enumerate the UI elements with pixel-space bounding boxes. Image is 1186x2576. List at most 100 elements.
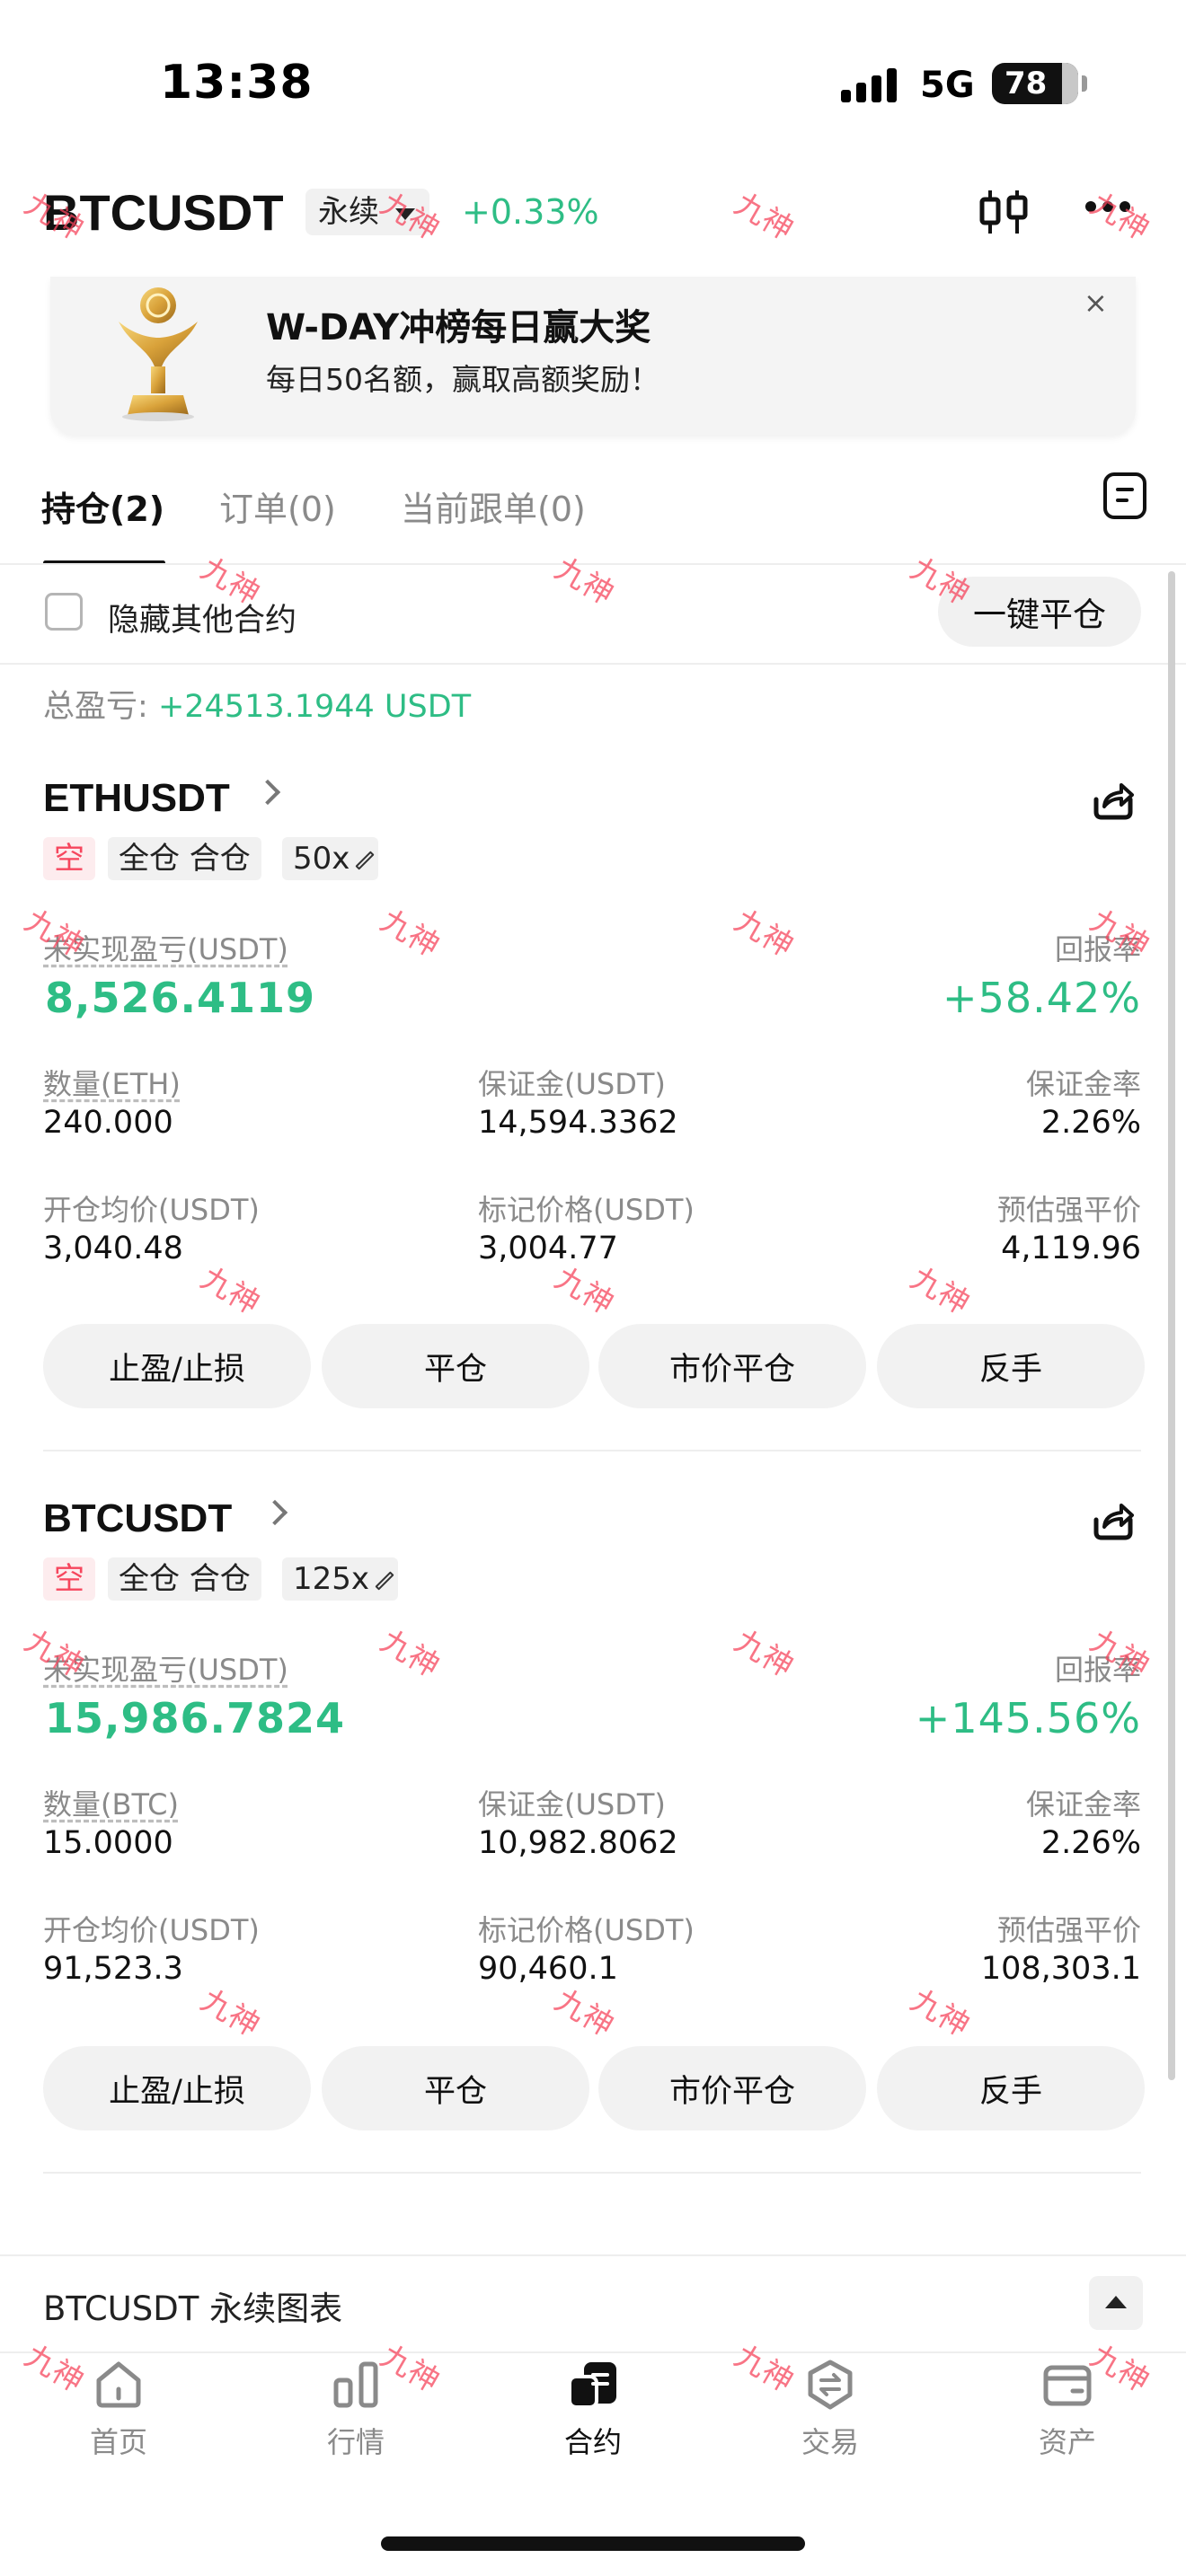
home-indicator[interactable] [381, 2536, 805, 2551]
side-badge: 空 [43, 837, 95, 880]
liq-price-label: 预估强平价 [996, 1913, 1141, 1947]
chevron-right-icon[interactable] [254, 779, 281, 806]
caret-down-icon [395, 208, 415, 220]
status-time: 13:38 [160, 56, 314, 110]
close-position-button[interactable]: 平仓 [322, 1324, 589, 1408]
nav-label: 交易 [801, 2425, 859, 2459]
order-history-icon[interactable] [1103, 472, 1146, 519]
unrealized-pnl-value: 8,526.4119 [45, 974, 316, 1022]
nav-assets[interactable]: 资产 [949, 2353, 1186, 2470]
mark-price-label: 标记价格(USDT) [478, 1193, 695, 1227]
wallet-icon [1043, 2365, 1092, 2406]
margin-mode-badge: 全仓 合仓 [108, 837, 261, 880]
leverage-badge[interactable]: 125x [282, 1557, 399, 1601]
tab-orders[interactable]: 订单(0) [219, 481, 336, 531]
tab-copy-trades[interactable]: 当前跟单(0) [401, 481, 586, 531]
expand-chart-icon[interactable] [1089, 2276, 1143, 2330]
market-close-button[interactable]: 市价平仓 [598, 1324, 866, 1408]
margin-ratio-value: 2.26% [1040, 1105, 1141, 1141]
margin-value: 10,982.8062 [478, 1825, 678, 1861]
entry-price-value: 3,040.48 [43, 1231, 183, 1266]
margin-label: 保证金(USDT) [478, 1787, 666, 1822]
cellular-signal-icon [841, 68, 897, 102]
total-pnl-value: +24513.1944 USDT [157, 689, 472, 725]
quantity-value: 15.0000 [43, 1825, 173, 1861]
battery-level: 78 [1005, 66, 1048, 101]
mark-price-label: 标记价格(USDT) [478, 1913, 695, 1947]
battery-icon: 78 [992, 63, 1087, 104]
tab-positions[interactable]: 持仓(2) [41, 481, 164, 531]
margin-ratio-label: 保证金率 [1025, 1067, 1141, 1101]
liq-price-value: 108,303.1 [980, 1951, 1141, 1987]
roe-label: 回报率 [1054, 1653, 1141, 1687]
divider [0, 563, 1186, 565]
tp-sl-button[interactable]: 止盈/止损 [43, 1324, 311, 1408]
trophy-icon [119, 287, 198, 421]
margin-label: 保证金(USDT) [478, 1067, 666, 1101]
mark-price-value: 90,460.1 [478, 1951, 618, 1987]
total-pnl: 总盈亏: +24513.1944 USDT [43, 681, 471, 727]
mark-price-value: 3,004.77 [478, 1231, 618, 1266]
hide-other-checkbox[interactable] [45, 593, 83, 631]
close-all-button[interactable]: 一键平仓 [938, 577, 1141, 647]
position-symbol[interactable]: ETHUSDT [43, 776, 230, 821]
price-change: +0.33% [462, 192, 599, 232]
page-title[interactable]: BTCUSDT [43, 183, 284, 242]
network-type: 5G [920, 65, 975, 106]
reverse-button[interactable]: 反手 [877, 1324, 1145, 1408]
entry-price-label: 开仓均价(USDT) [43, 1193, 260, 1227]
margin-mode-badge: 全仓 合仓 [108, 1557, 261, 1601]
liq-price-value: 4,119.96 [1001, 1231, 1141, 1266]
chart-bar-label[interactable]: BTCUSDT 永续图表 [43, 2281, 342, 2330]
more-options-icon[interactable] [1085, 201, 1130, 212]
entry-price-label: 开仓均价(USDT) [43, 1913, 260, 1947]
nav-trade[interactable]: 交易 [712, 2353, 949, 2470]
roe-value: +58.42% [943, 974, 1141, 1022]
market-close-button[interactable]: 市价平仓 [598, 2046, 866, 2130]
share-icon[interactable] [1091, 1500, 1136, 1541]
nav-label: 合约 [563, 2425, 622, 2459]
quantity-label: 数量(BTC) [43, 1787, 179, 1822]
roe-label: 回报率 [1054, 932, 1141, 966]
nav-label: 资产 [1038, 2425, 1096, 2459]
close-position-button[interactable]: 平仓 [322, 2046, 589, 2130]
entry-price-value: 91,523.3 [43, 1951, 183, 1987]
scrollbar[interactable] [1168, 571, 1175, 2080]
nav-home[interactable]: 首页 [0, 2353, 237, 2470]
edit-icon [375, 1571, 394, 1591]
contract-type-selector[interactable]: 永续 [305, 189, 429, 235]
watermark: 九神 [1084, 186, 1155, 248]
tp-sl-button[interactable]: 止盈/止损 [43, 2046, 311, 2130]
chevron-right-icon[interactable] [261, 1499, 288, 1526]
leverage-value: 125x [293, 1561, 370, 1597]
home-icon [96, 2361, 141, 2408]
market-bars-icon [333, 2361, 378, 2408]
trade-icon [808, 2360, 853, 2410]
watermark: 九神 [548, 551, 620, 613]
liq-price-label: 预估强平价 [996, 1193, 1141, 1227]
contract-type-label: 永续 [318, 194, 379, 230]
close-icon[interactable]: × [1084, 286, 1108, 320]
unrealized-pnl-value: 15,986.7824 [45, 1694, 346, 1742]
nav-futures[interactable]: 合约 [474, 2353, 712, 2470]
margin-ratio-label: 保证金率 [1025, 1787, 1141, 1822]
margin-value: 14,594.3362 [478, 1105, 678, 1141]
banner-title: W-DAY冲榜每日赢大奖 [266, 307, 651, 348]
nav-label: 首页 [89, 2425, 147, 2459]
position-symbol[interactable]: BTCUSDT [43, 1496, 232, 1541]
reverse-button[interactable]: 反手 [877, 2046, 1145, 2130]
margin-ratio-value: 2.26% [1040, 1825, 1141, 1861]
leverage-value: 50x [293, 841, 350, 877]
futures-icon [568, 2362, 616, 2409]
quantity-label: 数量(ETH) [43, 1067, 181, 1101]
share-icon[interactable] [1091, 780, 1136, 821]
unrealized-pnl-label: 未实现盈亏(USDT) [43, 932, 288, 966]
nav-label: 行情 [326, 2425, 385, 2459]
nav-market[interactable]: 行情 [237, 2353, 474, 2470]
unrealized-pnl-label: 未实现盈亏(USDT) [43, 1653, 288, 1687]
quantity-value: 240.000 [43, 1105, 173, 1141]
banner-subtitle: 每日50名额，赢取高额奖励！ [266, 362, 659, 397]
leverage-badge[interactable]: 50x [282, 837, 379, 880]
candlestick-icon[interactable] [978, 187, 1030, 237]
watermark: 九神 [728, 186, 800, 248]
